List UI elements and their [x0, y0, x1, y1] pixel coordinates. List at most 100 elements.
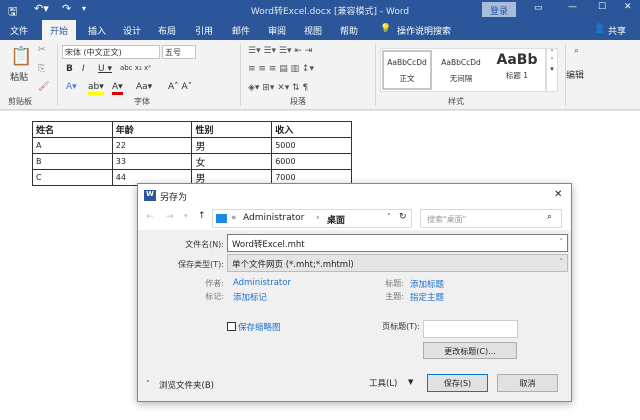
save-as-dialog: W 另存为 ✕ ← → ▾ ↑ « Administrator › 桌面 ˅ ↻… [137, 183, 572, 402]
cell: 22 [111, 137, 193, 154]
tab-home[interactable]: 开始 [42, 20, 77, 40]
share-button[interactable]: 共享 [608, 24, 626, 37]
grow-shrink-font-button[interactable]: A˄ A˅ [168, 82, 192, 92]
breadcrumb-administrator[interactable]: Administrator [243, 213, 304, 223]
underline-button[interactable]: U ▾ [98, 64, 112, 74]
up-button[interactable]: ↑ [198, 211, 206, 221]
bold-button[interactable]: B [66, 64, 73, 74]
highlight-button[interactable]: ab▾ [88, 82, 104, 95]
undo-icon[interactable]: ↶▾ [34, 2, 49, 15]
paste-button[interactable]: 粘贴 [10, 70, 28, 83]
find-icon[interactable]: ⌕ [574, 46, 579, 56]
change-title-button[interactable]: 更改标题(C)... [423, 342, 517, 359]
style-heading1[interactable]: AaBb 标题 1 [489, 50, 545, 90]
back-button[interactable]: ← [146, 212, 154, 222]
styles-scroll[interactable]: ˄ ˅ ▾ [546, 48, 558, 92]
tools-dropdown-icon[interactable]: ▼ [408, 378, 413, 386]
header-cell: 年龄 [111, 121, 193, 138]
save-button[interactable]: 保存(S) [427, 374, 488, 392]
ribbon-tabs: 文件 开始 插入 设计 布局 引用 邮件 审阅 视图 帮助 💡 操作说明搜索 👤… [0, 20, 640, 40]
strikethrough-button[interactable]: abc x₂ x² [120, 64, 151, 72]
title-bar: 🖫 ↶▾ ↷ ▾ Word转Excel.docx [兼容模式] - Word 登… [0, 0, 640, 20]
ribbon-display-icon[interactable]: ▭ [534, 3, 543, 13]
cell: 5000 [271, 137, 352, 154]
filename-input[interactable]: Word转Excel.mht ˅ [227, 234, 568, 252]
text-effects-button[interactable]: A▾ [66, 82, 77, 92]
bullets-icon[interactable]: ☰▾ ☰▾ ☰▾ ⇤ ⇥ [248, 46, 312, 56]
author-link[interactable]: Administrator [233, 278, 291, 288]
shading-borders-icons[interactable]: ◈▾ ⊞▾ ✕▾ ⇅ ¶ [248, 83, 308, 93]
header-cell: 姓名 [32, 121, 113, 138]
thumbnail-label[interactable]: 保存缩略图 [238, 321, 281, 333]
italic-button[interactable]: I [82, 64, 85, 74]
change-case-button[interactable]: Aa▾ [136, 82, 152, 92]
address-dropdown[interactable]: ˅ [387, 213, 391, 221]
dialog-close-button[interactable]: ✕ [554, 189, 562, 200]
breadcrumb-separator: › [316, 213, 320, 223]
style-no-spacing[interactable]: AaBbCcDd 无间隔 [435, 50, 487, 90]
minimize-button[interactable]: — [568, 2, 577, 12]
breadcrumb-overflow[interactable]: « [231, 213, 237, 223]
tab-help[interactable]: 帮助 [340, 24, 358, 37]
font-group-label: 字体 [134, 97, 150, 106]
thumbnail-checkbox[interactable] [227, 322, 236, 331]
tab-design[interactable]: 设计 [123, 24, 141, 37]
tab-mailings[interactable]: 邮件 [232, 24, 250, 37]
desktop-icon [216, 214, 227, 223]
tell-me-search[interactable]: 操作说明搜索 [397, 24, 451, 37]
maximize-button[interactable]: ☐ [598, 2, 606, 12]
login-button[interactable]: 登录 [482, 2, 516, 17]
search-box[interactable]: 搜索"桌面" ⌕ [420, 209, 562, 228]
tags-label: 标记: [205, 292, 224, 301]
tab-file[interactable]: 文件 [10, 24, 28, 37]
recent-dropdown[interactable]: ▾ [184, 212, 188, 220]
tab-view[interactable]: 视图 [304, 24, 322, 37]
styles-group-label: 样式 [448, 97, 464, 106]
copy-icon[interactable]: ⎘ [38, 64, 45, 74]
editing-button[interactable]: 编辑 [566, 68, 584, 81]
filename-label: 文件名(N): [185, 240, 224, 249]
tab-layout[interactable]: 布局 [158, 24, 176, 37]
format-painter-icon[interactable]: 🖌 [38, 82, 49, 92]
redo-icon[interactable]: ↷ [62, 2, 71, 15]
cut-icon[interactable]: ✂ [38, 45, 46, 55]
search-placeholder: 搜索"桌面" [427, 215, 467, 224]
tab-references[interactable]: 引用 [195, 24, 213, 37]
paste-icon[interactable]: 📋 [10, 46, 32, 67]
tab-insert[interactable]: 插入 [88, 24, 106, 37]
data-table: 姓名 年龄 性别 收入 A 22 男 5000 B 33 女 6000 C 44 男 7000 [32, 121, 352, 186]
tab-review[interactable]: 审阅 [268, 24, 286, 37]
browse-folders-button[interactable]: 浏览文件夹(B) [159, 379, 214, 391]
subject-link[interactable]: 指定主题 [410, 291, 444, 303]
chevron-down-icon[interactable]: ˅ [560, 238, 564, 246]
tags-link[interactable]: 添加标记 [233, 291, 267, 303]
paragraph-group-label: 段落 [290, 97, 306, 106]
customize-icon[interactable]: ▾ [82, 4, 86, 13]
filename-value: Word转Excel.mht [232, 240, 305, 250]
dialog-title-bar: W 另存为 ✕ [138, 184, 571, 208]
cancel-button[interactable]: 取消 [497, 374, 558, 392]
breadcrumb-desktop[interactable]: 桌面 [327, 213, 345, 226]
close-button[interactable]: ✕ [624, 2, 632, 12]
alignment-icons[interactable]: ≡ ≡ ≡ ▤ ▥ ↕▾ [248, 64, 314, 74]
refresh-button[interactable]: ↻ [399, 212, 407, 222]
page-title-input[interactable] [423, 320, 518, 338]
dialog-title: 另存为 [160, 193, 188, 203]
lightbulb-icon: 💡 [380, 24, 392, 34]
window-title: Word转Excel.docx [兼容模式] - Word [250, 7, 410, 17]
search-icon: ⌕ [547, 212, 553, 222]
tools-button[interactable]: 工具(L) [369, 377, 397, 389]
forward-button[interactable]: → [166, 212, 174, 222]
cell: B [32, 153, 113, 170]
style-normal[interactable]: AaBbCcDd 正文 [382, 50, 432, 90]
address-bar[interactable]: « Administrator › 桌面 ˅ ↻ [212, 209, 412, 228]
header-cell: 收入 [271, 121, 352, 138]
font-color-button[interactable]: A▾ [112, 82, 123, 95]
chevron-down-icon[interactable]: ˅ [146, 380, 150, 388]
filetype-select[interactable]: 单个文件网页 (*.mht;*.mhtml) ˅ [227, 254, 568, 272]
title-link[interactable]: 添加标题 [410, 278, 444, 290]
table-row: B 33 女 6000 [32, 153, 352, 170]
font-name-select[interactable]: 宋体 (中文正文) [62, 45, 160, 59]
header-cell: 性别 [191, 121, 273, 138]
font-size-select[interactable]: 五号 [162, 45, 196, 59]
